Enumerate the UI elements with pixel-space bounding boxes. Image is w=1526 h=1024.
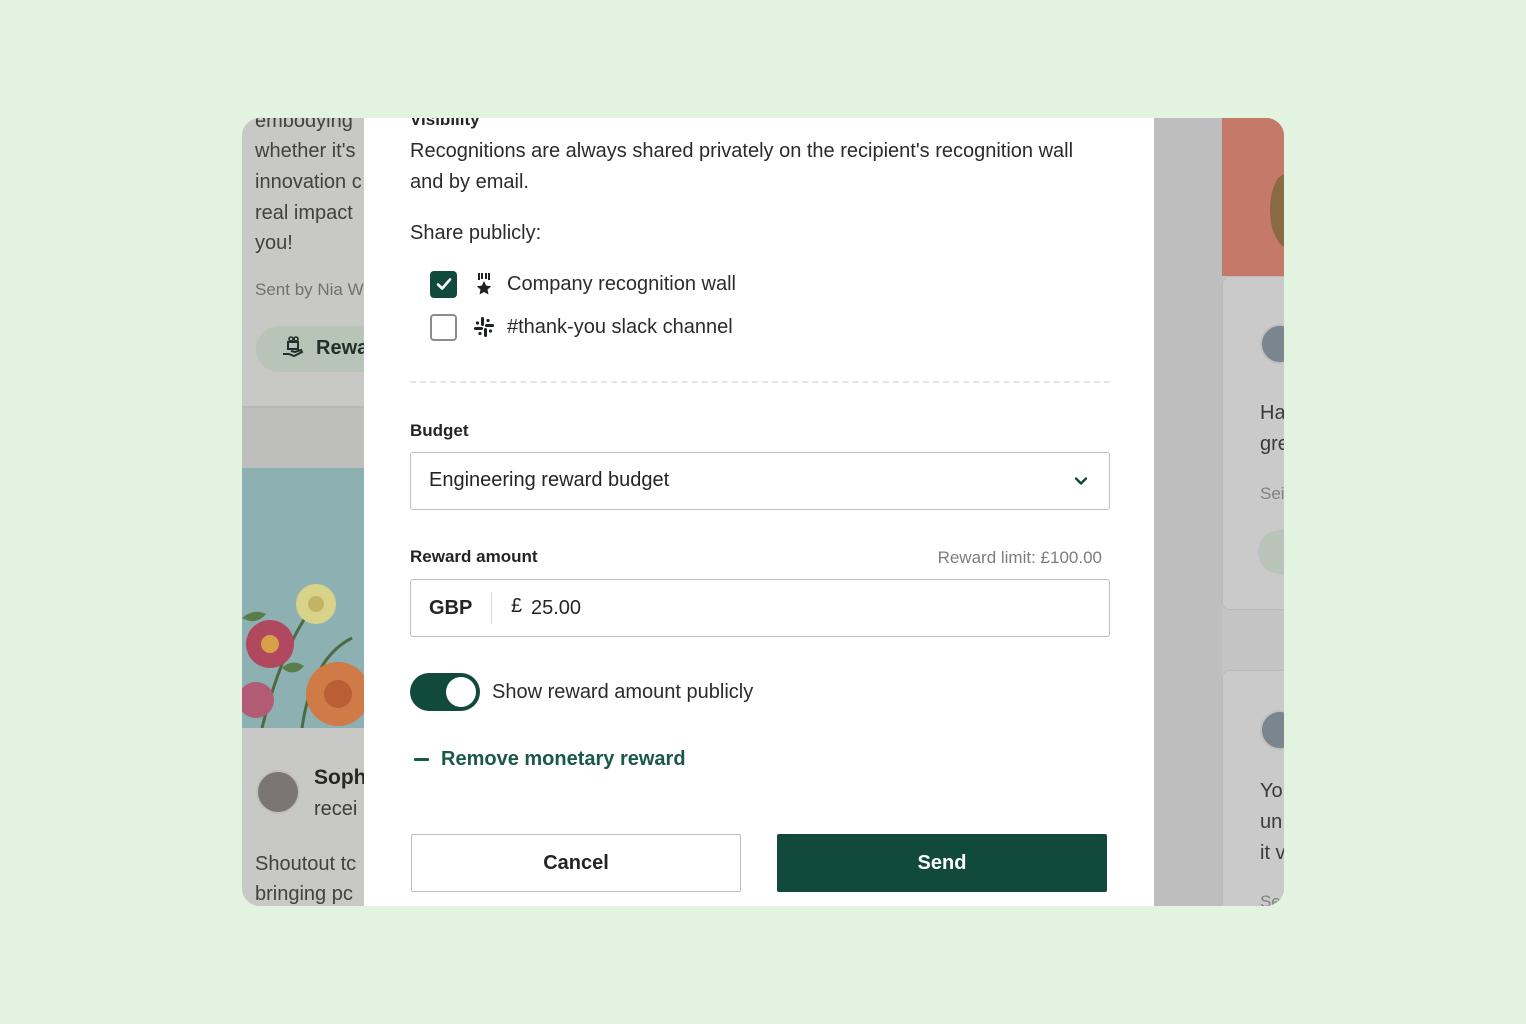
reward-limit-text: Reward limit: £100.00 [937, 548, 1102, 567]
post-text-line: you! [255, 232, 293, 254]
minus-icon [414, 758, 429, 761]
post-text-line: bringing pc [255, 883, 353, 905]
post-text-line: it v [1260, 842, 1284, 864]
column-gutter [1154, 118, 1222, 906]
post-sender: Se [1260, 892, 1281, 906]
recognition-modal: Visibility Recognitions are always share… [364, 118, 1154, 906]
post-subtitle: recei [314, 798, 358, 820]
company-wall-checkbox[interactable] [430, 270, 457, 298]
reward-amount-input[interactable] [531, 590, 831, 626]
award-ribbon-icon [473, 272, 495, 296]
toggle-knob [446, 677, 476, 707]
post-text-line: real impact [255, 202, 353, 224]
show-amount-toggle[interactable] [410, 673, 480, 711]
post-sender: Sei [1260, 484, 1284, 503]
post-text-line: un [1260, 811, 1283, 833]
post-sender: Sent by Nia W [255, 280, 364, 299]
chevron-down-icon [1074, 477, 1088, 485]
send-button[interactable]: Send [777, 834, 1107, 892]
post-text-line: gre [1260, 433, 1284, 455]
slack-channel-checkbox[interactable] [430, 313, 457, 341]
remove-monetary-reward-label: Remove monetary reward [441, 748, 686, 770]
cancel-button[interactable]: Cancel [411, 834, 741, 892]
reward-pill-label: Rewa [316, 337, 369, 359]
currency-symbol: £ [511, 595, 523, 617]
app-window: embodying whether it's innovation c real… [242, 118, 1284, 906]
post-image [1222, 118, 1284, 276]
visibility-description: Recognitions are always shared privately… [410, 140, 1074, 193]
company-wall-label: Company recognition wall [507, 272, 737, 295]
background-feed-right: Ha gre Sei Yo un it v Se [1154, 118, 1284, 906]
currency-code: GBP [429, 597, 473, 619]
option-slack-channel[interactable]: #thank-you slack channel [430, 312, 733, 342]
post-text-line: Yo [1260, 780, 1283, 802]
avatar [256, 770, 300, 814]
option-company-wall[interactable]: Company recognition wall [430, 269, 736, 299]
post-text-line: embodying [255, 118, 353, 132]
flowers-image [242, 468, 364, 728]
post-author-name: Soph [314, 766, 367, 789]
section-divider [410, 381, 1110, 383]
background-feed-left: embodying whether it's innovation c real… [242, 118, 416, 906]
reward-amount-label: Reward amount [410, 547, 538, 566]
post-text-line: Ha [1260, 402, 1284, 424]
budget-selected-value: Engineering reward budget [429, 469, 670, 491]
show-amount-label: Show reward amount publicly [492, 681, 754, 703]
budget-select[interactable]: Engineering reward budget [410, 452, 1110, 510]
post-text-line: Shoutout tc [255, 853, 357, 875]
slack-icon [473, 315, 495, 339]
reward-amount-field[interactable]: GBP £ [410, 579, 1110, 637]
checkmark-icon [436, 278, 451, 290]
post-text-line: innovation c [255, 171, 362, 193]
remove-monetary-reward-link[interactable]: Remove monetary reward [414, 748, 686, 771]
gift-hand-icon [283, 336, 304, 358]
visibility-heading: Visibility [410, 118, 480, 129]
post-text-line: whether it's [255, 140, 356, 162]
budget-label: Budget [410, 421, 469, 440]
currency-separator [491, 592, 492, 624]
share-publicly-label: Share publicly: [410, 222, 542, 244]
feed-gap [242, 408, 364, 468]
slack-channel-label: #thank-you slack channel [507, 315, 733, 338]
